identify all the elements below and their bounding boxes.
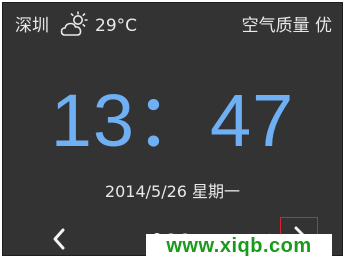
clock-time: 13：47: [50, 79, 295, 162]
chevron-left-icon: [47, 228, 71, 255]
prev-page-button[interactable]: [47, 225, 71, 253]
city-label: 深圳: [15, 16, 49, 36]
date-label: 2014/5/26 星期一: [104, 182, 241, 201]
status-bar: 深圳 29°C 空气质量 优: [3, 3, 342, 47]
air-quality-label: 空气质量 优: [241, 16, 332, 36]
temperature-label: 29°C: [95, 16, 138, 36]
watermark: www.xiqb.com: [146, 234, 332, 258]
device-screen: 深圳 29°C 空气质量 优 13：47 2014/5/26 星期一: [2, 2, 343, 256]
partly-sunny-icon: [60, 11, 90, 39]
